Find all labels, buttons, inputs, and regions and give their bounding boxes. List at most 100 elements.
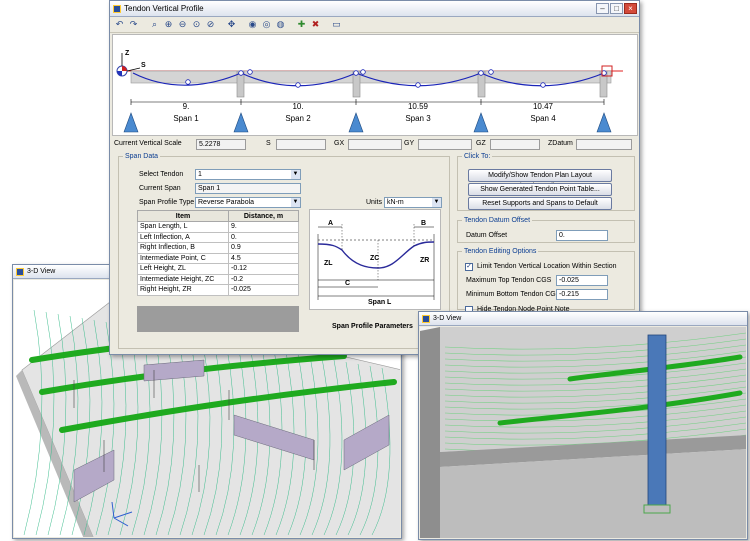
- select-tendon-label: Select Tendon: [139, 171, 184, 178]
- click-to-legend: Click To:: [464, 153, 491, 160]
- table-row[interactable]: Right Height, ZR -0.025: [137, 284, 299, 296]
- table-row[interactable]: Intermediate Point, C 4.5: [137, 252, 299, 264]
- gy-value: [418, 139, 472, 150]
- span-4-length: 10.47: [533, 102, 554, 111]
- gx-label: GX: [334, 140, 345, 147]
- span-parameters-table[interactable]: Item Distance, m Span Length, L 9. Left I…: [137, 210, 299, 296]
- zoom-window-icon[interactable]: ⌕: [149, 19, 160, 30]
- app-icon: [16, 267, 24, 276]
- view-icon-3[interactable]: ◍: [275, 19, 286, 30]
- tendon-datum-offset-group: Tendon Datum Offset: [457, 217, 635, 243]
- col-distance-header: Distance, m: [228, 210, 299, 222]
- slab-closeup-model: [420, 327, 746, 538]
- profile-elevation: Z S 9. 10. 10.59 10.47 Span 1 Span 2 Spa…: [116, 50, 623, 133]
- row-item: Left Height, ZL: [137, 263, 229, 275]
- span-1-length: 9.: [183, 102, 190, 111]
- redo-icon[interactable]: ↷: [128, 19, 139, 30]
- limit-location-checkbox[interactable]: ✓: [465, 263, 473, 271]
- show-point-table-button[interactable]: Show Generated Tendon Point Table...: [468, 183, 612, 196]
- span-data-legend: Span Data: [125, 153, 159, 160]
- diagram-c-label: C: [345, 280, 350, 287]
- row-value[interactable]: 0.: [228, 231, 299, 243]
- reset-supports-button[interactable]: Reset Supports and Spans to Default: [468, 197, 612, 210]
- view3d-left-title: 3-D View: [27, 268, 56, 275]
- max-top-cgs-label: Maximum Top Tendon CGS: [466, 277, 552, 284]
- row-value[interactable]: -0.025: [228, 284, 299, 296]
- options-icon[interactable]: ▭: [331, 19, 342, 30]
- select-tendon-value: 1: [198, 171, 202, 178]
- diagram-zr-label: ZR: [420, 257, 429, 264]
- chevron-down-icon: ▼: [291, 170, 300, 179]
- view3d-right-canvas[interactable]: [420, 327, 746, 538]
- close-button[interactable]: ×: [624, 3, 637, 14]
- app-icon: [113, 4, 121, 13]
- dialog-title: Tendon Vertical Profile: [124, 4, 204, 13]
- profile-parameter-sketch: A B ZL ZC ZR C Span L: [317, 220, 435, 306]
- vertical-scale-value: 5.2278: [196, 139, 246, 150]
- span-profile-type-value: Reverse Parabola: [198, 199, 255, 206]
- zdatum-value: [576, 139, 632, 150]
- axis-z-label: Z: [125, 50, 130, 57]
- zoom-in-icon[interactable]: ⊕: [163, 19, 174, 30]
- gz-label: GZ: [476, 140, 486, 147]
- diagram-a-label: A: [328, 220, 333, 227]
- view3d-window-right[interactable]: 3-D View: [418, 311, 748, 540]
- tendon-editing-options-legend: Tendon Editing Options: [464, 248, 537, 255]
- row-value[interactable]: 0.9: [228, 242, 299, 254]
- row-value[interactable]: -0.2: [228, 273, 299, 285]
- tendon-profile-canvas[interactable]: Z S 9. 10. 10.59 10.47 Span 1 Span 2 Spa…: [112, 34, 638, 136]
- modify-plan-layout-button[interactable]: Modify/Show Tendon Plan Layout (Horizont…: [468, 169, 612, 190]
- limit-location-label: Limit Tendon Vertical Location Within Se…: [477, 263, 617, 270]
- table-row[interactable]: Left Height, ZL -0.12: [137, 263, 299, 275]
- row-value[interactable]: 9.: [228, 221, 299, 233]
- units-value: kN-m: [387, 199, 404, 206]
- span-profile-type-dropdown[interactable]: Reverse Parabola ▼: [195, 197, 301, 208]
- diagram-b-label: B: [421, 220, 426, 227]
- span-1-label: Span 1: [173, 114, 199, 123]
- table-row[interactable]: Left Inflection, A 0.: [137, 231, 299, 243]
- table-row[interactable]: Span Length, L 9.: [137, 221, 299, 233]
- undo-icon[interactable]: ↶: [114, 19, 125, 30]
- view3d-right-title: 3-D View: [433, 315, 462, 322]
- view-icon-1[interactable]: ◉: [247, 19, 258, 30]
- span-profile-diagram: A B ZL ZC ZR C Span L: [309, 209, 441, 310]
- datum-offset-label: Datum Offset: [466, 232, 508, 239]
- diagram-zc-label: ZC: [370, 255, 379, 262]
- row-value[interactable]: -0.12: [228, 263, 299, 275]
- delete-point-icon[interactable]: ✖: [310, 19, 321, 30]
- row-item: Span Length, L: [137, 221, 229, 233]
- min-bottom-cgs-input[interactable]: -0.215: [556, 289, 608, 300]
- dialog-toolbar: ↶ ↷ ⌕ ⊕ ⊖ ⊙ ⊘ ✥ ◉ ◎ ◍ ✚ ✖ ▭: [110, 17, 639, 33]
- maximize-button[interactable]: □: [610, 3, 623, 14]
- pan-icon[interactable]: ✥: [226, 19, 237, 30]
- datum-offset-input[interactable]: 0.: [556, 230, 608, 241]
- span-profile-type-label: Span Profile Type: [139, 199, 195, 206]
- dialog-titlebar[interactable]: Tendon Vertical Profile – □ ×: [110, 1, 639, 17]
- zoom-previous-icon[interactable]: ⊘: [205, 19, 216, 30]
- table-row[interactable]: Intermediate Height, ZC -0.2: [137, 273, 299, 285]
- column: [643, 334, 671, 514]
- tendon-datum-offset-legend: Tendon Datum Offset: [464, 217, 531, 224]
- max-top-cgs-input[interactable]: -0.025: [556, 275, 608, 286]
- span-profile-parameters-caption: Span Profile Parameters: [332, 323, 413, 330]
- span-2-label: Span 2: [285, 114, 311, 123]
- row-item: Intermediate Height, ZC: [137, 273, 229, 285]
- coordinate-info-bar: Current Vertical Scale 5.2278 S GX GY GZ…: [112, 138, 638, 152]
- minimize-button[interactable]: –: [596, 3, 609, 14]
- view3d-right-titlebar[interactable]: 3-D View: [419, 312, 747, 326]
- tendon-vertical-profile-dialog[interactable]: Tendon Vertical Profile – □ × ↶ ↷ ⌕ ⊕ ⊖ …: [109, 0, 640, 355]
- view-icon-2[interactable]: ◎: [261, 19, 272, 30]
- row-item: Right Height, ZR: [137, 284, 229, 296]
- units-dropdown[interactable]: kN-m ▼: [384, 197, 442, 208]
- table-row[interactable]: Right Inflection, B 0.9: [137, 242, 299, 254]
- zoom-out-icon[interactable]: ⊖: [177, 19, 188, 30]
- select-tendon-dropdown[interactable]: 1 ▼: [195, 169, 301, 180]
- span-3-label: Span 3: [405, 114, 431, 123]
- current-span-label: Current Span: [139, 185, 181, 192]
- zoom-all-icon[interactable]: ⊙: [191, 19, 202, 30]
- add-point-icon[interactable]: ✚: [296, 19, 307, 30]
- row-value[interactable]: 4.5: [228, 252, 299, 264]
- app-icon: [422, 314, 430, 323]
- row-item: Left Inflection, A: [137, 231, 229, 243]
- table-empty-area: [137, 306, 299, 332]
